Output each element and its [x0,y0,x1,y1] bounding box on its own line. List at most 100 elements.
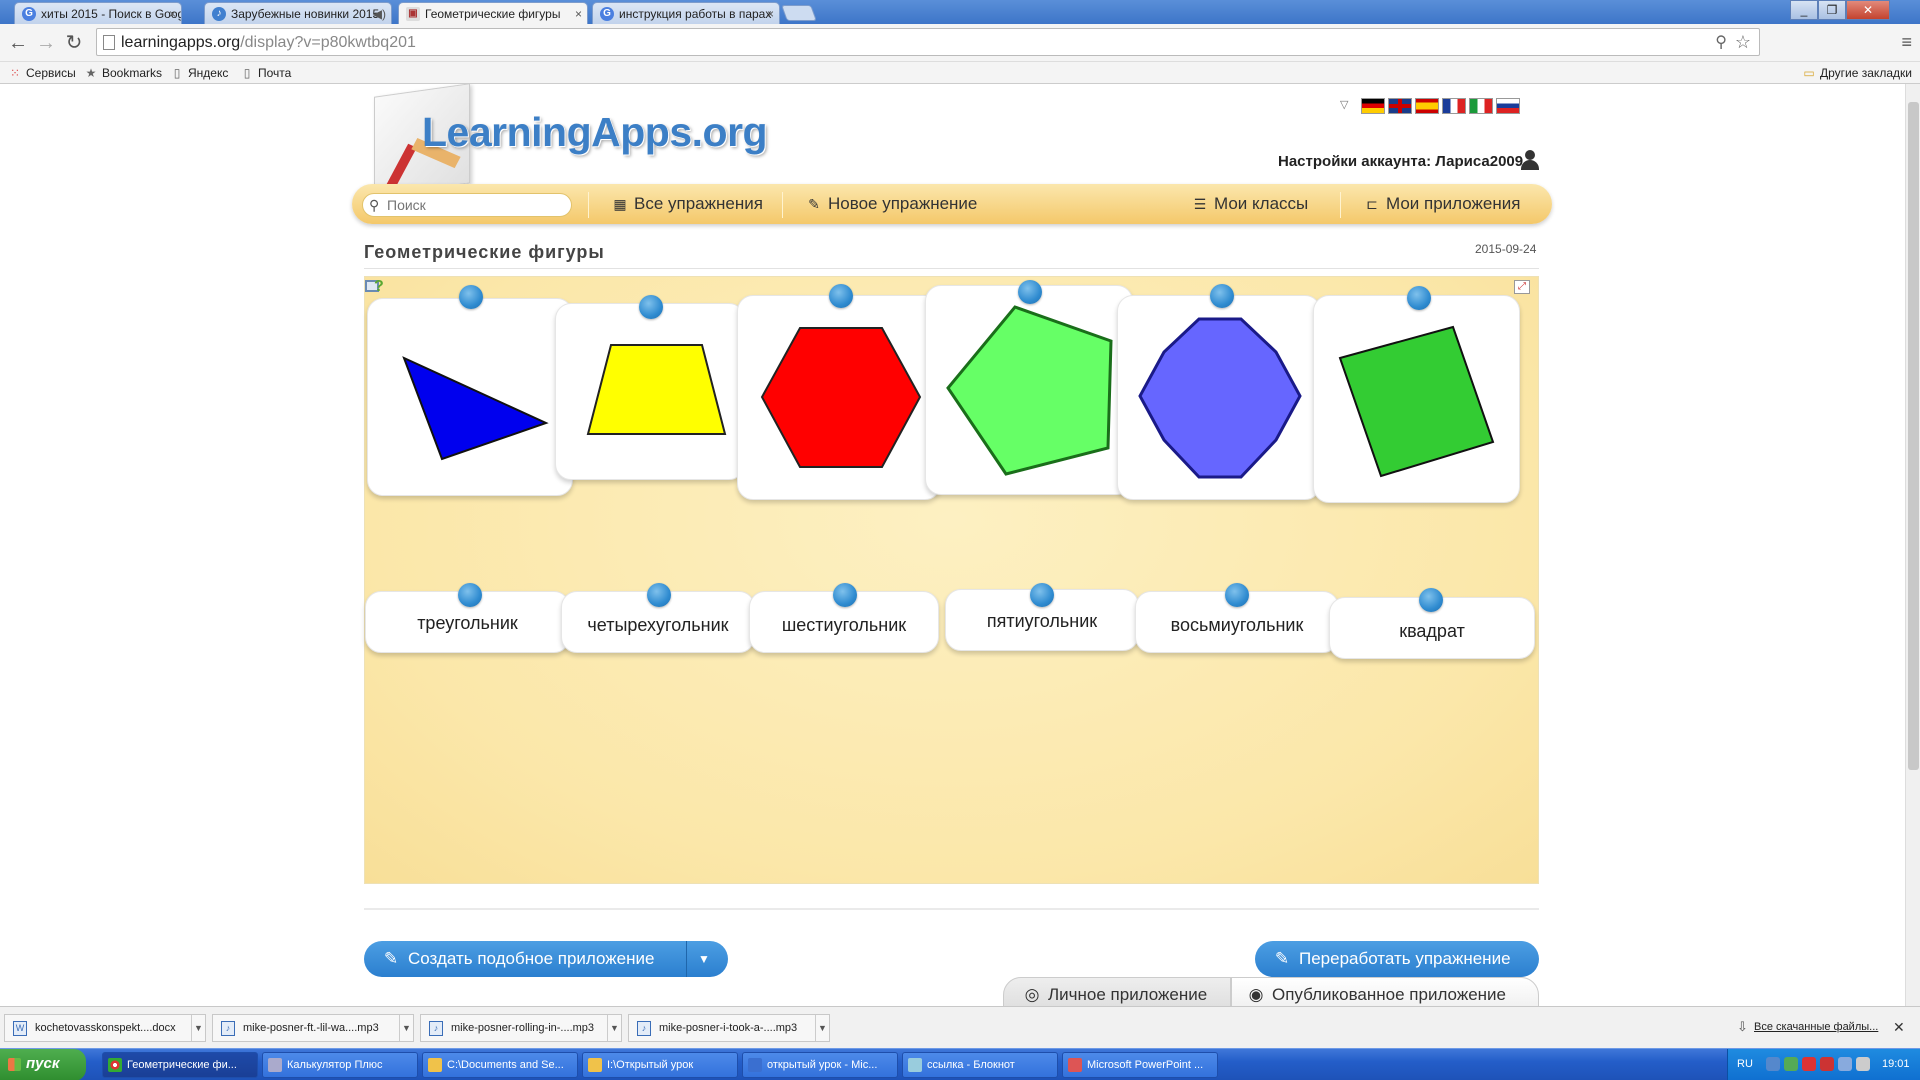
page-scrollbar[interactable] [1905,84,1920,1006]
chevron-down-icon[interactable]: ▼ [815,1015,829,1041]
fullscreen-icon[interactable]: ⤢ [1514,280,1530,294]
download-item[interactable]: Wkochetovasskonspekt....docx ▼ [4,1014,206,1042]
nav-all-exercises[interactable]: ▦ Все упражнения [612,193,763,215]
user-icon[interactable] [1520,150,1540,170]
language-dropdown-icon[interactable]: ▽ [1340,98,1348,111]
address-bar[interactable]: learningapps.org/display?v=p80kwtbq201 ⚲… [96,28,1760,56]
language-indicator[interactable]: RU [1737,1058,1753,1070]
new-tab-button[interactable] [781,5,817,21]
antivirus-icon[interactable] [1802,1057,1816,1071]
tab-title: инструкция работы в парах [619,7,772,21]
taskbar-item[interactable]: Калькулятор Плюс [262,1052,418,1078]
start-button[interactable]: пуск [0,1049,86,1080]
word-card[interactable]: квадрат [1329,588,1535,659]
tab-instructions[interactable]: G инструкция работы в парах × [592,2,780,24]
taskbar-item[interactable]: Microsoft PowerPoint ... [1062,1052,1218,1078]
forward-icon[interactable]: → [34,32,58,56]
shape-card-triangle[interactable] [367,285,573,496]
nav-divider [1340,192,1341,218]
reload-icon[interactable]: ↻ [62,32,86,56]
audio-file-icon: ♪ [637,1021,651,1036]
close-icon[interactable]: × [575,3,582,24]
shape-card-octagon[interactable] [1117,284,1321,500]
close-icon[interactable]: × [767,3,774,24]
tab-google-search[interactable]: G хиты 2015 - Поиск в Google × [14,2,182,24]
published-app-toggle[interactable]: ◉ Опубликованное приложение [1231,977,1539,1006]
taskbar-item[interactable]: ссылка - Блокнот [902,1052,1058,1078]
chevron-down-icon[interactable]: ▼ [399,1015,413,1041]
bookmark-mail[interactable]: ▯ Почта [240,65,292,81]
download-filename: mike-posner-ft.-lil-wa....mp3 [243,1022,379,1034]
download-item[interactable]: ♪ mike-posner-rolling-in-....mp3 ▼ [420,1014,622,1042]
shape-card-square[interactable] [1313,286,1520,503]
pencil-icon: ✎ [808,196,820,212]
close-icon[interactable]: ✕ [1893,1019,1905,1036]
chevron-down-icon[interactable]: ▼ [607,1015,621,1041]
private-app-toggle[interactable]: ◎ Личное приложение [1003,977,1231,1006]
flag-it-icon[interactable] [1469,98,1493,114]
minimize-button[interactable]: _ [1790,0,1818,20]
all-downloads-link[interactable]: Все скачанные файлы... [1754,1021,1878,1033]
word-card[interactable]: шестиугольник [749,583,939,653]
bookmark-services[interactable]: ⁙ Сервисы [8,65,76,81]
flag-es-icon[interactable] [1415,98,1439,114]
word-card[interactable]: пятиугольник [945,583,1139,651]
network-icon[interactable] [1766,1057,1780,1071]
taskbar-item[interactable]: открытый урок - Mic... [742,1052,898,1078]
nav-divider [782,192,783,218]
chevron-down-icon[interactable]: ▼ [698,941,710,977]
shape-polygon [402,356,549,461]
help-icon[interactable]: ? [365,278,387,298]
task-label: Калькулятор Плюс [287,1059,383,1071]
word-card[interactable]: четырехугольник [561,583,755,653]
flag-en-icon[interactable] [1388,98,1412,114]
main-nav: ⚲ ▦ Все упражнения ✎ Новое упражнение ☰ Мои… [352,184,1552,224]
taskbar-item[interactable]: I:\Открытый урок [582,1052,738,1078]
bookmark-yandex[interactable]: ▯ Яндекс [170,65,229,81]
tray-app-icon[interactable] [1838,1057,1852,1071]
google-icon: G [600,7,614,21]
other-bookmarks[interactable]: ▭ Другие закладки [1802,65,1912,81]
back-icon[interactable]: ← [6,32,30,56]
nav-divider [588,192,589,218]
search-input[interactable] [387,196,565,214]
shape-card-trapezoid[interactable] [555,295,745,480]
nav-new-exercise[interactable]: ✎ Новое упражнение [806,193,977,215]
rework-exercise-button[interactable]: ✎ Переработать упражнение [1255,941,1539,977]
nav-my-classes[interactable]: ☰ Мои классы [1192,193,1309,215]
taskbar-item[interactable]: Геометрические фи... [102,1052,258,1078]
tab-geometric-shapes[interactable]: ▣ Геометрические фигуры × [398,2,588,24]
tray-app-icon[interactable] [1820,1057,1834,1071]
menu-icon[interactable]: ≡ [1901,32,1912,53]
search-icon[interactable]: ⚲ [1715,32,1727,52]
account-settings-link[interactable]: Настройки аккаунта: Лариса2009 [1278,153,1523,170]
download-item[interactable]: ♪ mike-posner-i-took-a-....mp3 ▼ [628,1014,830,1042]
word-card[interactable]: треугольник [365,583,570,653]
flag-ru-icon[interactable] [1496,98,1520,114]
flag-fr-icon[interactable] [1442,98,1466,114]
pin-icon [647,583,671,607]
tray-app-icon[interactable] [1784,1057,1798,1071]
bookmark-bookmarks[interactable]: ★ Bookmarks [84,65,162,81]
restore-button[interactable]: ❐ [1818,0,1846,20]
create-similar-button[interactable]: ✎ Создать подобное приложение ▼ [364,941,728,977]
trapezoid-shape [586,344,727,435]
shape-card-hexagon[interactable] [737,284,941,500]
octagon-shape [1138,317,1302,479]
download-item[interactable]: ♪ mike-posner-ft.-lil-wa....mp3 ▼ [212,1014,414,1042]
flag-de-icon[interactable] [1361,98,1385,114]
scroll-thumb[interactable] [1908,102,1919,770]
word-card[interactable]: восьмиугольник [1135,583,1339,653]
shape-card-pentagon[interactable] [925,280,1133,495]
chevron-down-icon[interactable]: ▼ [191,1015,205,1041]
taskbar-item[interactable]: C:\Documents and Se... [422,1052,578,1078]
audio-file-icon: ♪ [429,1021,443,1036]
site-logo[interactable]: LearningApps.org [422,109,768,156]
close-icon[interactable]: × [169,3,176,24]
volume-icon[interactable] [1856,1057,1870,1071]
window-close-button[interactable]: ✕ [1846,0,1890,20]
pin-icon [639,295,663,319]
tab-music-news[interactable]: ♪ Зарубежные новинки 2015 ◀) [204,2,392,24]
bookmark-star-icon[interactable]: ☆ [1735,32,1751,53]
nav-my-apps[interactable]: ⊏ Мои приложения [1364,193,1520,215]
